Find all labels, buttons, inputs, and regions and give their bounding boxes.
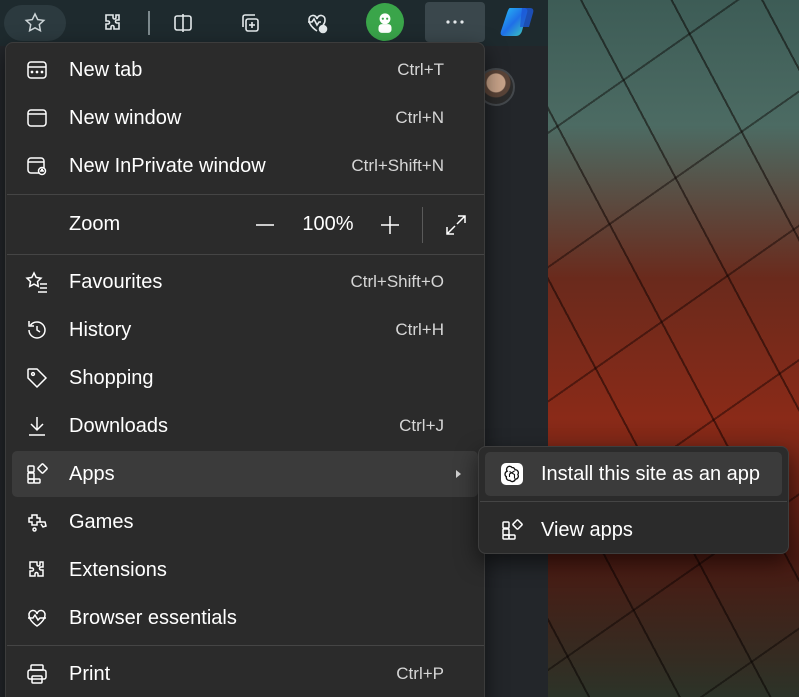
background-photo [545, 0, 799, 697]
apps-icon [24, 461, 50, 487]
menu-item-print[interactable]: Print Ctrl+P [12, 651, 478, 697]
chevron-right-icon [456, 470, 461, 478]
fullscreen-button[interactable] [438, 207, 474, 243]
split-screen-icon[interactable] [165, 5, 201, 41]
menu-item-apps[interactable]: Apps [12, 451, 478, 497]
zoom-separator [422, 207, 423, 243]
plus-icon [381, 216, 399, 234]
apps-submenu: Install this site as an app View apps [478, 446, 789, 554]
browser-main-menu: New tab Ctrl+T New window Ctrl+N New InP… [5, 42, 485, 697]
minus-icon [256, 224, 274, 226]
menu-divider [7, 254, 484, 255]
submenu-item-install-site-as-app[interactable]: Install this site as an app [485, 452, 782, 496]
new-window-icon [24, 105, 50, 131]
zoom-in-button[interactable] [372, 207, 408, 243]
inprivate-icon [24, 153, 50, 179]
openai-logo-icon [499, 461, 525, 487]
more-icon[interactable] [425, 2, 485, 42]
menu-item-new-inprivate-window[interactable]: New InPrivate window Ctrl+Shift+N [12, 143, 478, 189]
menu-item-shopping[interactable]: Shopping [12, 355, 478, 401]
menu-item-games[interactable]: Games [12, 499, 478, 545]
toolbar-separator [148, 11, 150, 35]
shopping-tag-icon [24, 365, 50, 391]
zoom-label: Zoom [69, 213, 121, 235]
browser-toolbar [0, 0, 548, 46]
screenshot-stage: New tab Ctrl+T New window Ctrl+N New InP… [0, 0, 799, 697]
download-icon [24, 413, 50, 439]
fullscreen-icon [446, 215, 466, 235]
apps-icon [499, 517, 525, 543]
menu-item-history[interactable]: History Ctrl+H [12, 307, 478, 353]
submenu-divider [480, 501, 787, 502]
menu-item-new-window[interactable]: New window Ctrl+N [12, 95, 478, 141]
games-icon [24, 509, 50, 535]
zoom-level: 100% [302, 213, 354, 235]
profile-avatar-icon[interactable] [366, 3, 404, 41]
menu-divider [7, 194, 484, 195]
menu-divider [7, 645, 484, 646]
printer-icon [24, 661, 50, 687]
zoom-out-button[interactable] [247, 207, 283, 243]
heart-pulse-icon [24, 605, 50, 631]
menu-item-browser-essentials[interactable]: Browser essentials [12, 595, 478, 641]
menu-item-new-tab[interactable]: New tab Ctrl+T [12, 47, 478, 93]
new-tab-icon [24, 57, 50, 83]
copilot-icon[interactable] [498, 2, 538, 42]
submenu-item-view-apps[interactable]: View apps [485, 508, 782, 552]
menu-item-favourites[interactable]: Favourites Ctrl+Shift+O [12, 259, 478, 305]
menu-item-extensions[interactable]: Extensions [12, 547, 478, 593]
star-icon[interactable] [4, 5, 66, 41]
collections-icon[interactable] [232, 5, 268, 41]
menu-item-downloads[interactable]: Downloads Ctrl+J [12, 403, 478, 449]
zoom-row: Zoom 100% [12, 199, 478, 253]
history-icon [24, 317, 50, 343]
extensions-icon [24, 557, 50, 583]
favourites-icon [24, 269, 50, 295]
browser-essentials-icon[interactable] [299, 5, 335, 41]
extensions-icon[interactable] [95, 5, 131, 41]
